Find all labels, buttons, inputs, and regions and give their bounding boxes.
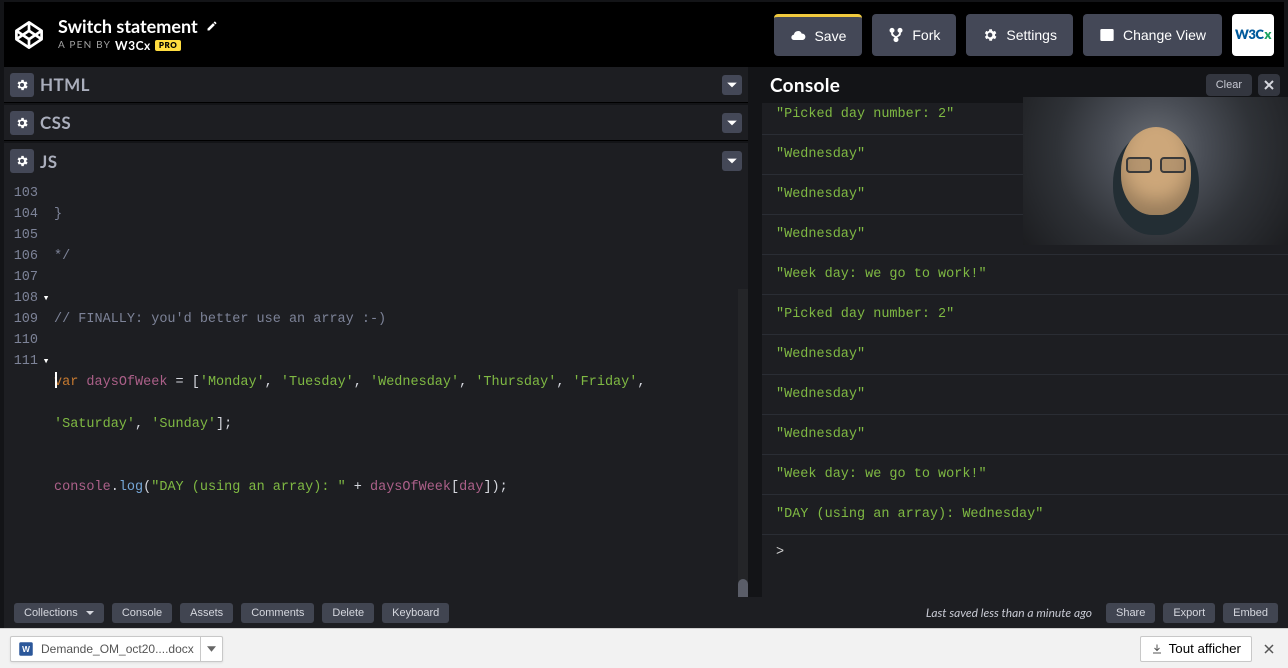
console-line: "Week day: we go to work!" xyxy=(762,455,1288,495)
app-header: Switch statement A PEN BY W3Cx PRO Save … xyxy=(4,2,1284,67)
codepen-logo-icon xyxy=(14,20,44,50)
share-button[interactable]: Share xyxy=(1106,603,1155,623)
html-collapse-icon[interactable] xyxy=(722,75,742,95)
comments-button[interactable]: Comments xyxy=(241,603,314,623)
js-collapse-icon[interactable] xyxy=(722,151,742,171)
close-console-button[interactable] xyxy=(1258,74,1280,96)
js-pane: JS 103 104 105 106 107 108 109 110 111 ▾… xyxy=(4,143,748,597)
fork-icon xyxy=(888,27,904,43)
author-name[interactable]: W3Cx xyxy=(115,39,151,52)
html-pane: HTML xyxy=(4,67,748,103)
pen-author: A PEN BY W3Cx PRO xyxy=(58,39,218,52)
js-editor[interactable]: 103 104 105 106 107 108 109 110 111 ▾ ▾ … xyxy=(4,179,748,597)
embed-button[interactable]: Embed xyxy=(1223,603,1278,623)
close-download-bar-button[interactable] xyxy=(1260,640,1278,658)
fork-button[interactable]: Fork xyxy=(872,14,956,56)
html-pane-title: HTML xyxy=(40,74,90,95)
console-line: "Wednesday" xyxy=(762,335,1288,375)
fold-marker-icon[interactable]: ▾ xyxy=(42,352,50,373)
app-footer: Collections Console Assets Comments Dele… xyxy=(4,597,1288,628)
pen-title: Switch statement xyxy=(58,17,198,37)
user-avatar[interactable]: W3Cx xyxy=(1232,14,1274,56)
console-line: "Picked day number: 2" xyxy=(762,295,1288,335)
console-line: "Week day: we go to work!" xyxy=(762,255,1288,295)
edit-title-icon[interactable] xyxy=(206,20,218,34)
code-content: } */ // FINALLY: you'd better use an arr… xyxy=(46,183,748,597)
webcam-overlay xyxy=(1023,97,1288,245)
change-view-button[interactable]: Change View xyxy=(1083,14,1222,56)
fold-marker-icon[interactable]: ▾ xyxy=(42,289,50,310)
toggle-console-button[interactable]: Console xyxy=(112,603,172,623)
editor-scrollbar[interactable] xyxy=(738,289,748,597)
editor-column: HTML CSS JS xyxy=(4,67,748,597)
gear-icon xyxy=(982,27,998,43)
svg-text:W: W xyxy=(22,645,30,654)
settings-button[interactable]: Settings xyxy=(966,14,1073,56)
console-line: "DAY (using an array): Wednesday" xyxy=(762,495,1288,535)
html-settings-icon[interactable] xyxy=(10,73,34,97)
show-all-downloads-button[interactable]: Tout afficher xyxy=(1140,636,1252,662)
browser-download-bar: W Demande_OM_oct20....docx Tout afficher xyxy=(0,628,1288,668)
download-chip[interactable]: W Demande_OM_oct20....docx xyxy=(10,636,223,662)
pro-badge: PRO xyxy=(155,40,182,51)
layout-icon xyxy=(1099,27,1115,43)
css-pane: CSS xyxy=(4,105,748,141)
css-settings-icon[interactable] xyxy=(10,111,34,135)
word-doc-icon: W xyxy=(17,640,35,658)
cloud-icon xyxy=(790,28,806,44)
keyboard-button[interactable]: Keyboard xyxy=(382,603,449,623)
close-icon xyxy=(1264,644,1274,654)
assets-button[interactable]: Assets xyxy=(180,603,233,623)
text-cursor xyxy=(55,372,57,388)
close-icon xyxy=(1264,80,1274,90)
css-collapse-icon[interactable] xyxy=(722,113,742,133)
console-input[interactable] xyxy=(762,535,1288,570)
download-menu-icon[interactable] xyxy=(200,637,216,661)
collections-button[interactable]: Collections xyxy=(14,603,104,623)
export-button[interactable]: Export xyxy=(1163,603,1215,623)
line-gutter: 103 104 105 106 107 108 109 110 111 xyxy=(4,183,46,597)
workspace: HTML CSS JS xyxy=(4,67,1288,597)
console-line: "Wednesday" xyxy=(762,375,1288,415)
css-pane-title: CSS xyxy=(40,112,71,133)
download-filename: Demande_OM_oct20....docx xyxy=(41,642,194,656)
download-icon xyxy=(1151,643,1163,655)
js-pane-title: JS xyxy=(40,151,57,172)
js-settings-icon[interactable] xyxy=(10,149,34,173)
save-status: Last saved less than a minute ago xyxy=(926,605,1092,620)
delete-button[interactable]: Delete xyxy=(322,603,374,623)
console-column: Console Clear "Picked day number: 2""Wed… xyxy=(762,67,1288,597)
save-button[interactable]: Save xyxy=(774,14,862,56)
clear-console-button[interactable]: Clear xyxy=(1206,74,1252,96)
console-title: Console xyxy=(770,74,840,97)
console-line: "Wednesday" xyxy=(762,415,1288,455)
